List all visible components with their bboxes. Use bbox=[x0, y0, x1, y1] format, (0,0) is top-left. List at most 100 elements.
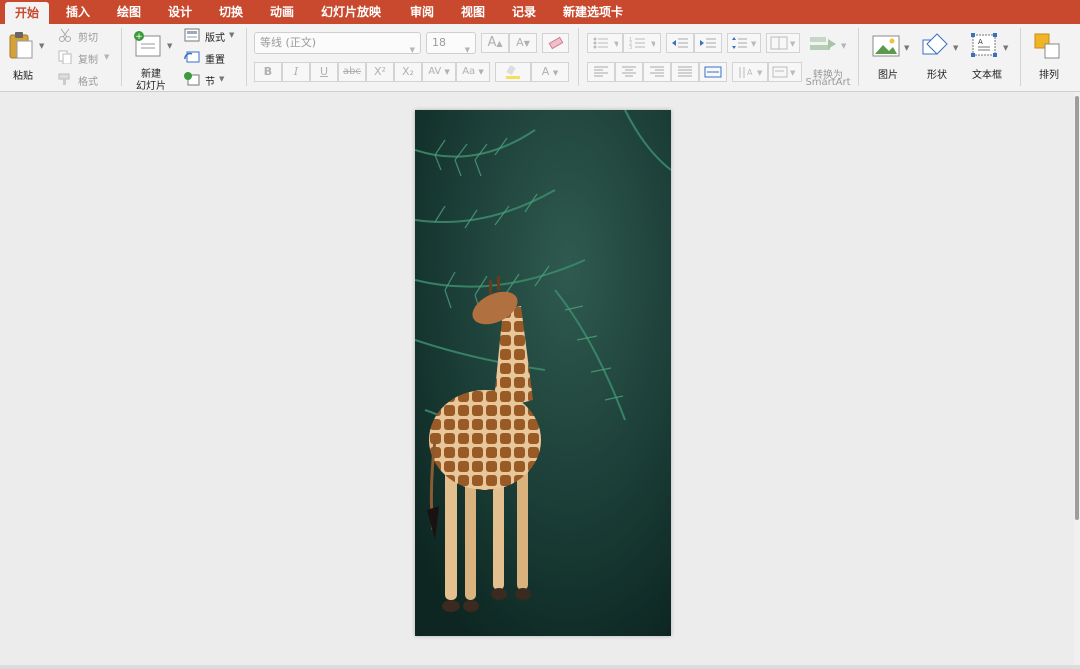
format-painter-label: 格式 bbox=[78, 77, 98, 88]
picture-dropdown-icon[interactable]: ▼ bbox=[904, 44, 909, 52]
shrink-font-label: A bbox=[516, 36, 524, 49]
eraser-icon bbox=[548, 36, 563, 50]
svg-text:3: 3 bbox=[629, 45, 632, 50]
cut-label: 剪切 bbox=[78, 33, 98, 44]
picture-icon bbox=[872, 35, 900, 57]
character-spacing-button[interactable]: AV ▼ bbox=[422, 62, 456, 82]
arrange-icon bbox=[1034, 33, 1060, 59]
tab-new-tab[interactable]: 新建选项卡 bbox=[553, 0, 633, 24]
line-spacing-button[interactable]: ▼ bbox=[727, 33, 761, 53]
change-case-button[interactable]: Aa ▼ bbox=[456, 62, 490, 82]
section-icon bbox=[184, 72, 200, 86]
change-case-label: Aa bbox=[462, 66, 476, 77]
font-name-select[interactable]: 等线 (正文) ▼ bbox=[254, 32, 421, 54]
font-color-button[interactable]: A ▼ bbox=[531, 62, 569, 82]
justify-icon bbox=[678, 66, 692, 77]
align-center-icon bbox=[622, 66, 636, 77]
italic-button[interactable]: I bbox=[282, 62, 310, 82]
reset-icon bbox=[184, 51, 200, 63]
shrink-font-button[interactable]: A▼ bbox=[509, 33, 537, 53]
shape-label: 形状 bbox=[927, 70, 947, 81]
tab-view[interactable]: 视图 bbox=[451, 0, 495, 24]
copy-dropdown-icon[interactable]: ▼ bbox=[104, 53, 109, 61]
paste-dropdown-icon[interactable]: ▼ bbox=[39, 42, 44, 50]
align-left-icon bbox=[594, 66, 608, 77]
slide-1[interactable] bbox=[415, 110, 671, 636]
font-size-value: 18 bbox=[432, 36, 446, 49]
increase-indent-icon bbox=[700, 38, 716, 48]
textbox-dropdown-icon[interactable]: ▼ bbox=[1003, 44, 1008, 52]
vertical-scrollbar-thumb[interactable] bbox=[1075, 96, 1079, 520]
svg-text:▼: ▼ bbox=[651, 40, 655, 48]
subscript-button[interactable]: X₂ bbox=[394, 62, 422, 82]
tab-review[interactable]: 审阅 bbox=[400, 0, 444, 24]
svg-text:A: A bbox=[747, 68, 753, 77]
format-painter-icon bbox=[58, 73, 70, 85]
align-left-button[interactable] bbox=[587, 62, 615, 82]
svg-text:A: A bbox=[978, 38, 983, 46]
font-color-label: A bbox=[541, 65, 550, 78]
strikethrough-button[interactable]: abc bbox=[338, 62, 366, 82]
paste-icon bbox=[9, 32, 33, 59]
distributed-button[interactable] bbox=[699, 62, 727, 82]
font-size-dropdown-icon[interactable]: ▼ bbox=[465, 40, 470, 60]
svg-text:▼: ▼ bbox=[751, 40, 757, 48]
smartart-icon bbox=[810, 37, 836, 50]
tab-insert[interactable]: 插入 bbox=[56, 0, 100, 24]
clear-formatting-button[interactable] bbox=[542, 33, 569, 53]
shape-icon bbox=[922, 33, 948, 55]
layout-dropdown-icon[interactable]: ▼ bbox=[229, 31, 234, 39]
new-slide-dropdown-icon[interactable]: ▼ bbox=[167, 42, 172, 50]
columns-button[interactable]: ▼ bbox=[766, 33, 800, 53]
section-dropdown-icon[interactable]: ▼ bbox=[219, 75, 224, 83]
align-right-button[interactable] bbox=[643, 62, 671, 82]
text-direction-icon: A ▼ bbox=[739, 67, 763, 78]
tab-animations[interactable]: 动画 bbox=[260, 0, 304, 24]
font-name-value: 等线 (正文) bbox=[260, 36, 317, 49]
reset-label: 重置 bbox=[205, 55, 225, 66]
font-name-dropdown-icon[interactable]: ▼ bbox=[410, 40, 415, 60]
tab-slideshow[interactable]: 幻灯片放映 bbox=[311, 0, 391, 24]
highlight-button[interactable] bbox=[495, 62, 531, 82]
align-right-icon bbox=[650, 66, 664, 77]
tab-record[interactable]: 记录 bbox=[502, 0, 546, 24]
bold-button[interactable]: B bbox=[254, 62, 282, 82]
tab-transitions[interactable]: 切换 bbox=[209, 0, 253, 24]
decrease-indent-button[interactable] bbox=[666, 33, 694, 53]
align-center-button[interactable] bbox=[615, 62, 643, 82]
picture-label: 图片 bbox=[878, 70, 898, 81]
ribbon-tab-bar: 开始 插入 绘图 设计 切换 动画 幻灯片放映 审阅 视图 记录 新建选项卡 bbox=[0, 0, 1080, 24]
separator bbox=[1020, 28, 1021, 86]
text-direction-button[interactable]: A ▼ bbox=[732, 62, 768, 82]
line-spacing-icon: ▼ bbox=[732, 37, 757, 49]
highlighter-icon bbox=[506, 65, 520, 79]
bullets-button[interactable]: ▼ bbox=[587, 33, 623, 53]
new-slide-label-line2: 幻灯片 bbox=[136, 81, 166, 92]
superscript-button[interactable]: X² bbox=[366, 62, 394, 82]
separator bbox=[858, 28, 859, 86]
copy-label: 复制 bbox=[78, 55, 98, 66]
numbered-list-icon: 1 2 3 ▼ bbox=[629, 37, 657, 51]
separator bbox=[578, 28, 579, 86]
scissors-icon bbox=[59, 28, 71, 42]
copy-icon bbox=[58, 50, 72, 64]
underline-button[interactable]: U bbox=[310, 62, 338, 82]
arrange-label: 排列 bbox=[1039, 70, 1059, 81]
justify-button[interactable] bbox=[671, 62, 699, 82]
tab-design[interactable]: 设计 bbox=[158, 0, 202, 24]
grow-font-button[interactable]: A▲ bbox=[481, 33, 509, 53]
tab-home[interactable]: 开始 bbox=[5, 2, 50, 24]
align-text-button[interactable]: ▼ bbox=[768, 62, 802, 82]
smartart-label-line2: SmartArt bbox=[805, 77, 851, 88]
align-text-icon: ▼ bbox=[772, 66, 796, 78]
shape-dropdown-icon[interactable]: ▼ bbox=[953, 44, 958, 52]
font-size-select[interactable]: 18 ▼ bbox=[426, 32, 476, 54]
decrease-indent-icon bbox=[672, 38, 688, 48]
layout-icon bbox=[184, 28, 200, 42]
smartart-dropdown-icon[interactable]: ▼ bbox=[841, 42, 846, 50]
tab-draw[interactable]: 绘图 bbox=[107, 0, 151, 24]
svg-text:▼: ▼ bbox=[790, 69, 796, 77]
increase-indent-button[interactable] bbox=[694, 33, 722, 53]
numbering-button[interactable]: 1 2 3 ▼ bbox=[623, 33, 661, 53]
textbox-icon: A bbox=[971, 33, 997, 57]
